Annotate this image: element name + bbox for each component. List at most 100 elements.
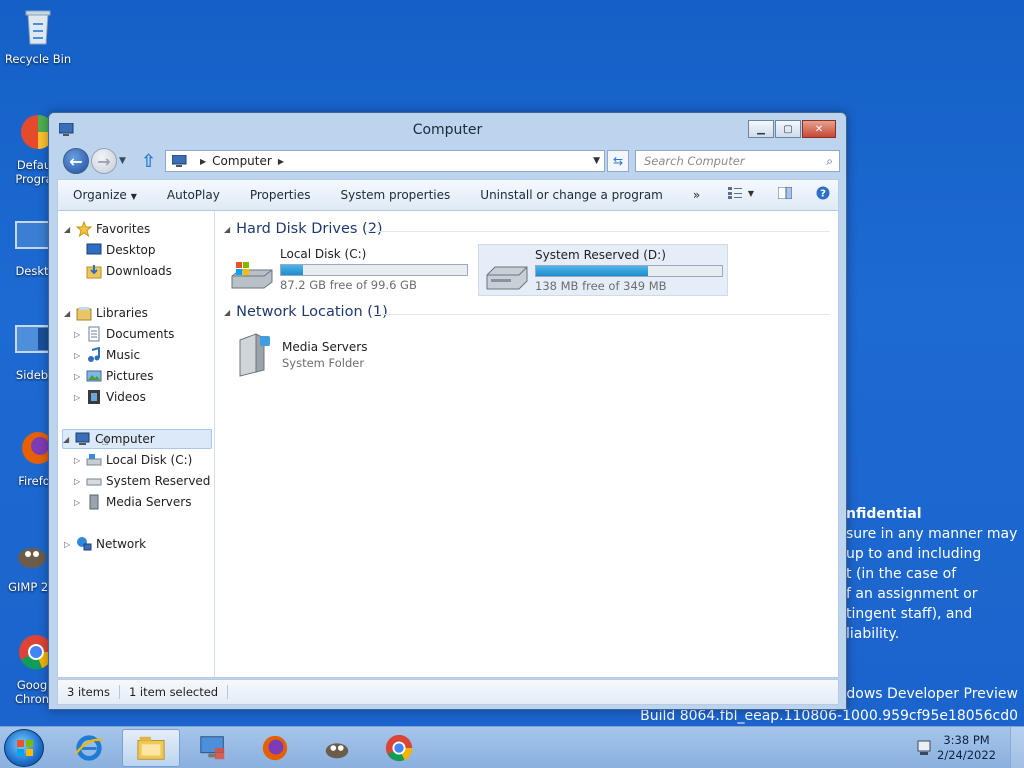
recent-pages-dropdown[interactable]: ▼ (119, 156, 126, 166)
drive-system-reserved-d[interactable]: System Reserved (D:) 138 MB free of 349 … (478, 244, 728, 296)
recycle-bin-icon[interactable]: Recycle Bin (2, 6, 74, 66)
minimize-button[interactable]: ▁ (748, 120, 774, 138)
gimp-icon (18, 548, 46, 568)
collapse-icon[interactable]: ◢ (63, 435, 73, 444)
nav-videos[interactable]: ▷ Videos (74, 387, 146, 407)
expand-icon[interactable]: ▷ (74, 351, 84, 360)
nav-downloads[interactable]: Downloads (84, 261, 172, 281)
autoplay-button[interactable]: AutoPlay (152, 188, 235, 202)
drive-usage-bar (280, 264, 468, 276)
expand-icon[interactable]: ▷ (74, 498, 84, 507)
taskbar-firefox[interactable] (246, 729, 304, 767)
command-bar: Organize ▼ AutoPlay Properties System pro… (57, 179, 839, 211)
watermark-line: sure in any manner may (846, 526, 1018, 542)
expand-icon[interactable]: ▷ (74, 330, 84, 339)
expand-icon[interactable]: ▷ (74, 456, 84, 465)
nav-favorites[interactable]: ◢ Favorites (64, 219, 150, 239)
libraries-icon (76, 307, 92, 321)
organize-button[interactable]: Organize ▼ (58, 188, 152, 202)
clock-time: 3:38 PM (943, 733, 990, 747)
nav-computer[interactable]: ◢ Computer ☝ (62, 429, 212, 449)
navigation-pane[interactable]: ◢ Favorites Desktop Downloads ◢ Librarie… (58, 211, 215, 677)
system-clock[interactable]: 3:38 PM 2/24/2022 (937, 733, 996, 763)
taskbar-internet-explorer[interactable] (60, 729, 118, 767)
group-title: Network Location (1) (236, 304, 388, 320)
windows-logo-icon (17, 740, 33, 756)
more-commands-button[interactable]: » (678, 188, 715, 202)
nav-label: Pictures (106, 369, 154, 383)
nav-local-disk[interactable]: ▷ Local Disk (C:) (74, 450, 192, 470)
address-bar[interactable]: ▶ Computer ▶ ▼ (165, 150, 605, 172)
drive-icon (486, 266, 528, 290)
view-options-dropdown-icon[interactable]: ▼ (748, 189, 754, 198)
desktop-icon-label: Firefo (18, 474, 50, 488)
watermark-title: nfidential (846, 506, 922, 522)
watermark-line: f an assignment or (846, 586, 978, 602)
nav-pictures[interactable]: ▷ Pictures (74, 366, 154, 386)
nav-system-reserved[interactable]: ▷ System Reserved (D: (74, 471, 214, 491)
breadcrumb-computer[interactable]: Computer (212, 154, 272, 168)
monitor-icon (15, 221, 51, 249)
drive-usage-fill (281, 265, 304, 275)
nav-label: Music (106, 348, 141, 362)
nav-music[interactable]: ▷ Music (74, 345, 140, 365)
search-input[interactable]: Search Computer ⌕ (635, 150, 840, 172)
close-icon: ✕ (814, 123, 824, 135)
refresh-button[interactable]: ⇆ (607, 150, 629, 172)
watermark-line: liability. (846, 626, 900, 642)
expand-icon[interactable]: ▷ (74, 477, 84, 486)
group-header-network-location[interactable]: ◢ Network Location (1) (224, 304, 388, 320)
start-button[interactable] (4, 729, 44, 767)
minimize-icon: ▁ (757, 123, 765, 135)
close-button[interactable]: ✕ (802, 120, 836, 138)
breadcrumb-arrow-icon[interactable]: ▶ (200, 157, 206, 166)
title-bar[interactable]: Computer ▁ ▢ ✕ (49, 113, 846, 147)
nav-libraries[interactable]: ◢ Libraries (64, 303, 148, 323)
collapse-icon[interactable]: ◢ (224, 225, 230, 234)
refresh-icon: ⇆ (612, 154, 624, 168)
maximize-button[interactable]: ▢ (775, 120, 801, 138)
trash-icon (25, 10, 51, 45)
show-desktop-button[interactable] (1010, 727, 1024, 768)
change-view-icon[interactable] (727, 187, 742, 199)
system-properties-button[interactable]: System properties (325, 188, 465, 202)
preview-pane-icon[interactable] (778, 187, 792, 199)
expand-icon[interactable]: ▷ (64, 540, 74, 549)
up-arrow-icon: ⇧ (141, 151, 157, 172)
nav-documents[interactable]: ▷ Documents (74, 324, 174, 344)
network-item-media-servers[interactable]: Media Servers System Folder (224, 328, 424, 380)
collapse-icon[interactable]: ◢ (64, 309, 74, 318)
nav-desktop[interactable]: Desktop (84, 240, 156, 260)
taskbar-windows-explorer[interactable] (122, 729, 180, 767)
address-dropdown-icon[interactable]: ▼ (593, 156, 600, 166)
taskbar-remote-desktop[interactable] (184, 729, 242, 767)
collapse-icon[interactable]: ◢ (224, 308, 230, 317)
group-header-hard-disk-drives[interactable]: ◢ Hard Disk Drives (2) (224, 221, 383, 237)
network-item-type: System Folder (282, 356, 365, 370)
nav-media-servers[interactable]: ▷ Media Servers (74, 492, 191, 512)
nav-network[interactable]: ▷ Network (64, 534, 146, 554)
expand-icon[interactable]: ▷ (74, 393, 84, 402)
taskbar-gimp[interactable] (308, 729, 366, 767)
taskbar-chrome[interactable] (370, 729, 428, 767)
up-button[interactable]: ⇧ (141, 151, 156, 172)
desktop-icon-label: Recycle Bin (4, 52, 72, 66)
media-server-icon (239, 333, 270, 377)
collapse-icon[interactable]: ◢ (64, 225, 74, 234)
properties-button[interactable]: Properties (235, 188, 326, 202)
drive-local-disk-c[interactable]: Local Disk (C:) 87.2 GB free of 99.6 GB (224, 244, 474, 296)
forward-button[interactable]: → (91, 148, 117, 174)
help-icon[interactable]: ? (816, 186, 830, 200)
forward-arrow-icon: → (97, 151, 111, 171)
folder-icon (137, 736, 165, 760)
svg-text:?: ? (820, 189, 826, 200)
cursor-hand-icon: ☝ (101, 434, 109, 449)
breadcrumb-arrow-icon[interactable]: ▶ (278, 157, 284, 166)
back-button[interactable]: ← (63, 148, 89, 174)
uninstall-program-button[interactable]: Uninstall or change a program (465, 188, 678, 202)
expand-icon[interactable]: ▷ (74, 372, 84, 381)
file-list[interactable]: ◢ Hard Disk Drives (2) Local Disk (C:) 8… (216, 211, 838, 677)
search-icon[interactable]: ⌕ (826, 154, 833, 169)
explorer-window[interactable]: Computer ▁ ▢ ✕ ← → ▼ ⇧ ▶ Computer ▶ ▼ ⇆ … (48, 112, 847, 710)
action-center-flag-icon[interactable] (916, 740, 934, 756)
